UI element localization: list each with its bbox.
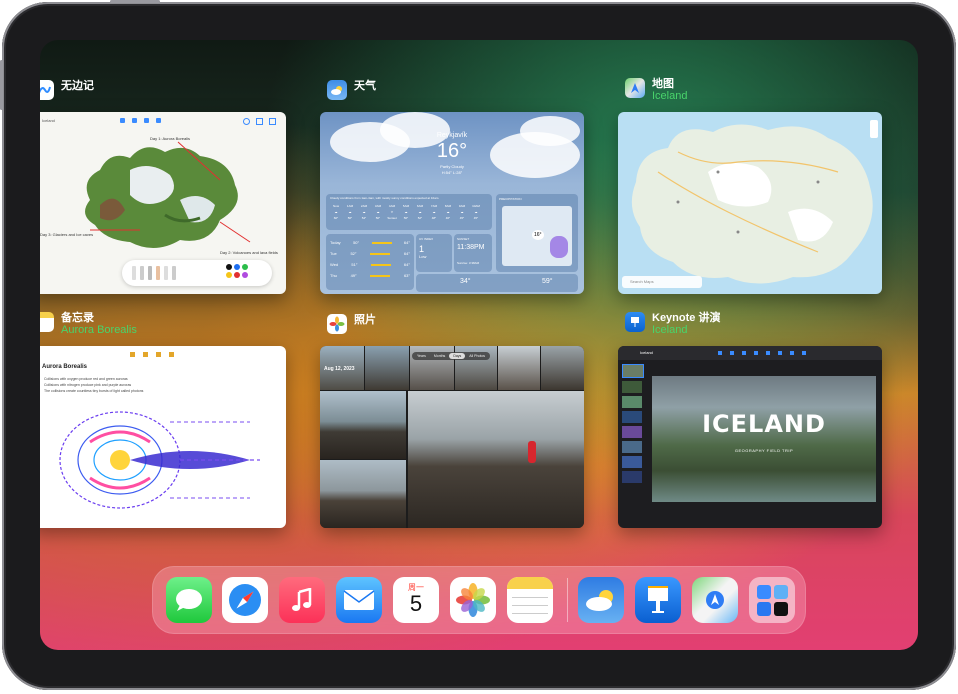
maps-app-icon <box>625 78 645 98</box>
notes-toolbar-icons <box>130 352 174 357</box>
daily-forecast-panel: Today 50° 64° Tue 52° 64° Wed 51° 64° Thu 49° 63… <box>326 234 414 290</box>
notes-header[interactable]: 备忘录 Aurora Borealis <box>40 312 137 336</box>
keynote-window-card[interactable]: Iceland ICELAND GEOGRAPHY FIELD TRIP <box>618 346 882 528</box>
app-library-icon[interactable] <box>749 577 795 623</box>
top-button <box>110 0 160 3</box>
freeform-header[interactable]: 无边记 <box>40 80 94 100</box>
uv-index-tile: UV INDEX 1 Low <box>416 234 452 272</box>
photos-window-card[interactable]: Aug 12, 2023 Years Months Days All Photo… <box>320 346 584 528</box>
photos-icon[interactable] <box>450 577 496 623</box>
calendar-icon[interactable]: 周一 5 <box>393 577 439 623</box>
notes-bullet-list: Collisions with oxygen produce red and g… <box>44 377 144 393</box>
weather-bottom-tiles: 34° 59° <box>416 274 578 292</box>
photo-featured[interactable] <box>408 391 584 528</box>
keynote-doc-title: Iceland <box>640 350 653 355</box>
app-title: 备忘录 <box>61 312 94 324</box>
app-title: 无边记 <box>61 80 94 92</box>
notes-icon[interactable] <box>507 577 553 623</box>
photos-segmented-control[interactable]: Years Months Days All Photos <box>412 352 491 360</box>
notes-heading: Aurora Borealis <box>42 364 88 370</box>
forecast-note: Cloudy conditions from 1am-4am, with mos… <box>330 196 440 200</box>
slide-navigator[interactable] <box>622 364 644 504</box>
photo-thumb[interactable] <box>365 346 409 390</box>
calendar-day: 5 <box>409 590 423 616</box>
color-swatches[interactable] <box>226 264 248 278</box>
freeform-app-icon <box>40 80 54 100</box>
app-switcher-screen: 无边记 Iceland Day 1: Aurora Borealis Day 3… <box>40 40 918 650</box>
app-title: 地图 <box>652 78 674 90</box>
weather-current-temp: 16° <box>436 140 468 162</box>
app-title: 照片 <box>354 314 376 326</box>
iceland-map <box>631 124 873 284</box>
keynote-header[interactable]: Keynote 讲演 Iceland <box>625 312 720 336</box>
dock-separator <box>567 578 568 622</box>
sunset-tile: SUNSET 11:38PM Sunrise: 3:38AM <box>454 234 492 272</box>
maps-search-bar[interactable]: Search Maps <box>622 276 702 288</box>
hourly-forecast-panel: Cloudy conditions from 1am-4am, with mos… <box>326 194 492 230</box>
slide-title: ICELAND <box>702 410 826 438</box>
music-icon[interactable] <box>279 577 325 623</box>
freeform-drawing-palette[interactable] <box>122 260 272 286</box>
mail-icon[interactable] <box>336 577 382 623</box>
dock: 周一 5 <box>152 566 806 634</box>
notes-window-card[interactable]: Aurora Borealis Collisions with oxygen p… <box>40 346 286 528</box>
maps-icon[interactable] <box>692 577 738 623</box>
maps-window-card[interactable]: Search Maps <box>618 112 882 294</box>
weather-icon[interactable] <box>578 577 624 623</box>
freeform-window-card[interactable]: Iceland Day 1: Aurora Borealis Day 3: Gl… <box>40 112 286 294</box>
hourly-row: Now ☁ 60° 1AM ☁ 56° 2AM ☁ 54° 3AM ☁ 50° 4AM ☀ Suns… <box>332 204 480 220</box>
app-subtitle: Iceland <box>652 90 688 102</box>
weather-window-card[interactable]: Reykjavík 16° Partly Cloudy H:54° L:28° … <box>320 112 584 294</box>
slide-subtitle: GEOGRAPHY FIELD TRIP <box>734 448 794 453</box>
keynote-toolbar: Iceland <box>618 346 882 360</box>
app-title: 天气 <box>354 80 376 92</box>
weather-city: Reykjavík <box>436 132 468 139</box>
photo-thumb[interactable] <box>320 391 406 459</box>
app-title: Keynote 讲演 <box>652 312 721 324</box>
weather-app-icon <box>327 80 347 100</box>
safari-icon[interactable] <box>222 577 268 623</box>
photo-thumb[interactable] <box>320 460 406 528</box>
precip-map-temp: 16° <box>532 230 544 240</box>
volume-button <box>0 60 3 110</box>
keynote-slide-canvas[interactable]: ICELAND GEOGRAPHY FIELD TRIP <box>652 376 876 502</box>
precipitation-tile: PRECIPITATION 16° <box>496 194 578 272</box>
photo-thumb[interactable] <box>541 346 584 390</box>
keynote-icon[interactable] <box>635 577 681 623</box>
maps-controls[interactable] <box>870 120 878 138</box>
aurora-diagram <box>59 411 260 509</box>
app-subtitle: Iceland <box>652 324 688 336</box>
app-subtitle: Aurora Borealis <box>61 324 137 336</box>
weather-condition: Partly Cloudy <box>440 164 464 169</box>
weather-header[interactable]: 天气 <box>327 80 376 100</box>
photos-app-icon <box>327 314 347 334</box>
photos-date: Aug 12, 2023 <box>324 366 355 372</box>
photos-header[interactable]: 照片 <box>327 314 376 334</box>
keynote-app-icon <box>625 312 645 332</box>
notes-app-icon <box>40 312 54 332</box>
weather-hilo: H:54° L:28° <box>441 170 463 175</box>
maps-header[interactable]: 地图 Iceland <box>625 78 687 102</box>
photo-thumb[interactable] <box>498 346 540 390</box>
messages-icon[interactable] <box>166 577 212 623</box>
